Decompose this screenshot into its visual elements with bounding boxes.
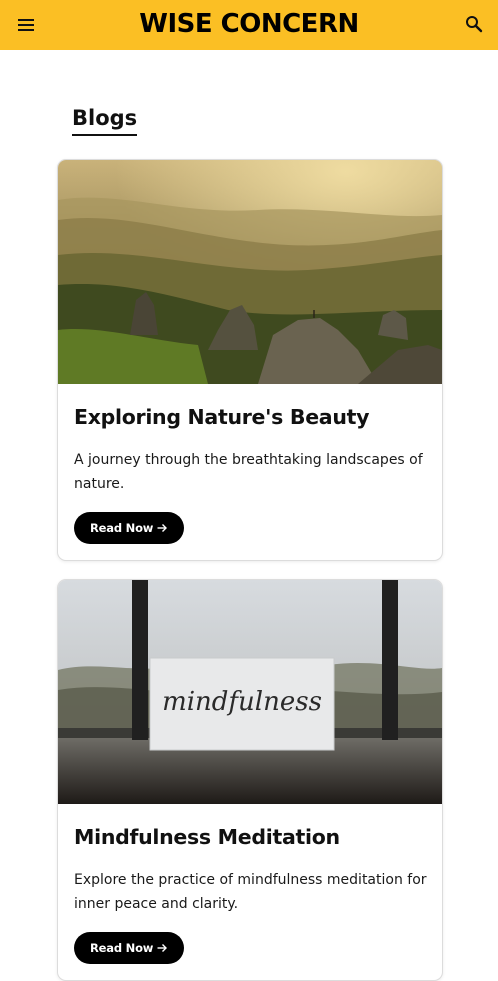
blog-card: Exploring Nature's Beauty A journey thro… [57,159,443,561]
blog-card-description: A journey through the breathtaking lands… [74,452,423,492]
arrow-right-icon [156,522,168,534]
section-title: Blogs [72,104,138,136]
read-now-button[interactable]: Read Now [74,512,184,544]
blog-card-title[interactable]: Mindfulness Meditation [74,822,340,852]
search-icon[interactable] [462,12,486,36]
hamburger-menu-icon[interactable] [14,13,38,37]
read-now-label: Read Now [90,941,154,955]
arrow-right-icon [156,942,168,954]
blog-card-image[interactable]: mindfulness [58,580,442,804]
blog-card: mindfulness Mindfulness Meditation Explo… [57,579,443,981]
mindfulness-sign-text: mindfulness [162,687,322,717]
blog-card-description: Explore the practice of mindfulness medi… [74,872,427,912]
read-now-label: Read Now [90,521,154,535]
brand-name[interactable]: WISE CONCERN [139,9,359,39]
brand-logo: WISE CONCERN [0,7,498,41]
read-now-button[interactable]: Read Now [74,932,184,964]
blog-card-image[interactable] [58,160,442,384]
blog-card-title[interactable]: Exploring Nature's Beauty [74,402,369,432]
top-app-bar: WISE CONCERN [0,0,498,50]
